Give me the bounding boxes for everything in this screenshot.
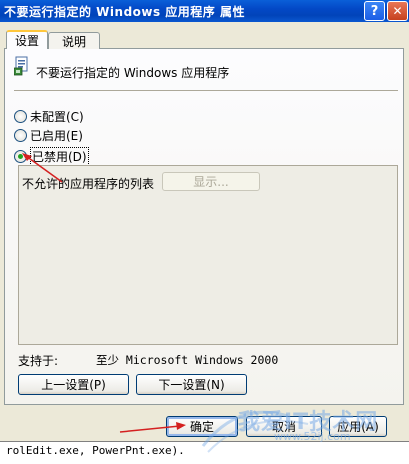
next-setting-button[interactable]: 下一设置(N)	[136, 374, 247, 395]
help-button[interactable]: ?	[364, 1, 385, 21]
close-icon: ✕	[392, 4, 403, 18]
background-window-text: rolEdit.exe, PowerPnt.exe).	[0, 441, 409, 464]
radio-circle-selected[interactable]	[14, 150, 27, 163]
radio-enabled[interactable]: 已启用(E)	[14, 127, 83, 144]
show-button[interactable]: 显示...	[162, 172, 260, 191]
tab-settings[interactable]: 设置	[6, 30, 48, 49]
window-title: 不要运行指定的 Windows 应用程序 属性	[4, 4, 245, 19]
supported-value: 至少 Microsoft Windows 2000	[96, 353, 279, 367]
previous-setting-button[interactable]: 上一设置(P)	[18, 374, 129, 395]
radio-disabled[interactable]: 已禁用(D)	[14, 147, 89, 166]
radio-label: 未配置(C)	[30, 110, 84, 124]
tab-explain[interactable]: 说明	[48, 32, 100, 49]
policy-title: 不要运行指定的 Windows 应用程序	[36, 66, 230, 80]
radio-not-configured[interactable]: 未配置(C)	[14, 108, 84, 125]
close-button[interactable]: ✕	[387, 1, 408, 21]
disallowed-list-label: 不允许的应用程序的列表	[22, 177, 155, 191]
radio-label: 已启用(E)	[30, 129, 83, 143]
cancel-button[interactable]: 取消	[246, 416, 322, 437]
ok-button[interactable]: 确定	[166, 416, 238, 437]
apply-button[interactable]: 应用(A)	[329, 416, 387, 437]
radio-circle[interactable]	[14, 129, 27, 142]
options-box	[18, 165, 398, 345]
radio-label: 已禁用(D)	[30, 147, 89, 166]
policy-icon	[14, 56, 28, 76]
title-bar[interactable]: 不要运行指定的 Windows 应用程序 属性 ? ✕	[0, 0, 409, 22]
divider	[14, 90, 398, 91]
help-icon: ?	[370, 3, 379, 19]
radio-circle[interactable]	[14, 110, 27, 123]
supported-label: 支持于:	[18, 354, 59, 368]
